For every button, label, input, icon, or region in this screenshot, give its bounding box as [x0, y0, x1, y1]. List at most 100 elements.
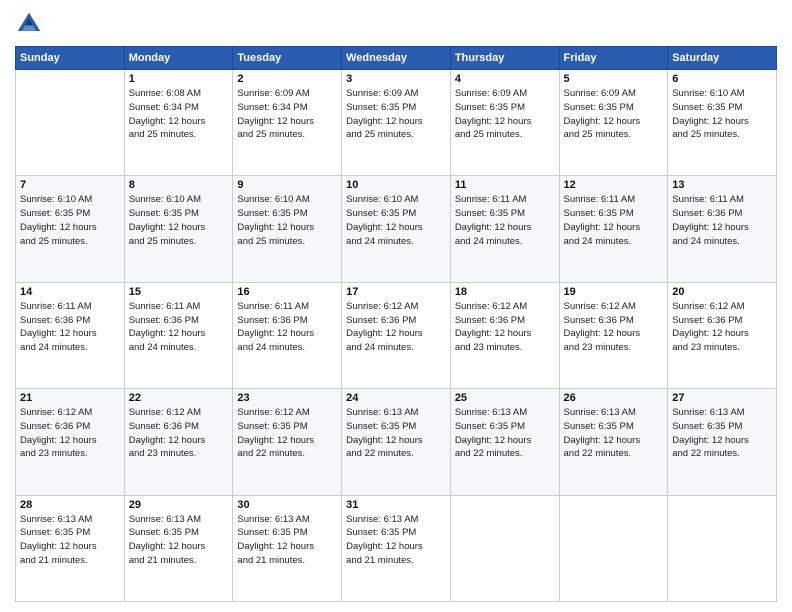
calendar-week-row: 21Sunrise: 6:12 AM Sunset: 6:36 PM Dayli…	[16, 389, 777, 495]
calendar-cell: 24Sunrise: 6:13 AM Sunset: 6:35 PM Dayli…	[342, 389, 451, 495]
day-info: Sunrise: 6:12 AM Sunset: 6:36 PM Dayligh…	[129, 406, 229, 461]
day-number: 19	[564, 286, 664, 298]
page: SundayMondayTuesdayWednesdayThursdayFrid…	[0, 0, 792, 612]
day-info: Sunrise: 6:13 AM Sunset: 6:35 PM Dayligh…	[346, 513, 446, 568]
day-number: 15	[129, 286, 229, 298]
day-number: 25	[455, 392, 555, 404]
calendar-cell: 7 Sunrise: 6:10 AM Sunset: 6:35 PM Daylig…	[16, 176, 125, 282]
day-info: Sunrise: 6:13 AM Sunset: 6:35 PM Dayligh…	[672, 406, 772, 461]
day-number: 3	[346, 73, 446, 85]
calendar-cell	[668, 495, 777, 601]
calendar-cell: 16Sunrise: 6:11 AM Sunset: 6:36 PM Dayli…	[233, 282, 342, 388]
calendar-cell: 19 Sunrise: 6:12 AM Sunset: 6:36 PM Dayli…	[559, 282, 668, 388]
day-info: Sunrise: 6:12 AM Sunset: 6:35 PM Dayligh…	[237, 406, 337, 461]
header	[15, 10, 777, 38]
calendar-cell: 18 Sunrise: 6:12 AM Sunset: 6:36 PM Dayli…	[450, 282, 559, 388]
day-number: 28	[20, 499, 120, 511]
calendar-cell: 14 Sunrise: 6:11 AM Sunset: 6:36 PM Dayli…	[16, 282, 125, 388]
day-number: 23	[237, 392, 337, 404]
day-info: Sunrise: 6:10 AM Sunset: 6:35 PM Dayligh…	[237, 193, 337, 248]
weekday-header: Saturday	[668, 47, 777, 70]
calendar-cell: 10 Sunrise: 6:10 AM Sunset: 6:35 PM Dayli…	[342, 176, 451, 282]
day-info: Sunrise: 6:11 AM Sunset: 6:35 PM Dayligh…	[564, 193, 664, 248]
day-number: 26	[564, 392, 664, 404]
day-info: Sunrise: 6:12 AM Sunset: 6:36 PM Dayligh…	[20, 406, 120, 461]
weekday-header: Tuesday	[233, 47, 342, 70]
calendar-cell: 29Sunrise: 6:13 AM Sunset: 6:35 PM Dayli…	[124, 495, 233, 601]
calendar-cell: 21Sunrise: 6:12 AM Sunset: 6:36 PM Dayli…	[16, 389, 125, 495]
day-number: 24	[346, 392, 446, 404]
day-info: Sunrise: 6:13 AM Sunset: 6:35 PM Dayligh…	[564, 406, 664, 461]
day-info: Sunrise: 6:13 AM Sunset: 6:35 PM Dayligh…	[455, 406, 555, 461]
day-info: Sunrise: 6:11 AM Sunset: 6:36 PM Dayligh…	[129, 300, 229, 355]
day-number: 5	[564, 73, 664, 85]
day-number: 29	[129, 499, 229, 511]
day-number: 4	[455, 73, 555, 85]
day-info: Sunrise: 6:09 AM Sunset: 6:35 PM Dayligh…	[564, 87, 664, 142]
calendar-week-row: 28 Sunrise: 6:13 AM Sunset: 6:35 PM Dayli…	[16, 495, 777, 601]
day-number: 17	[346, 286, 446, 298]
day-info: Sunrise: 6:12 AM Sunset: 6:36 PM Dayligh…	[564, 300, 664, 355]
calendar-cell: 22 Sunrise: 6:12 AM Sunset: 6:36 PM Dayli…	[124, 389, 233, 495]
calendar-cell: 30 Sunrise: 6:13 AM Sunset: 6:35 PM Dayli…	[233, 495, 342, 601]
calendar-header-row: SundayMondayTuesdayWednesdayThursdayFrid…	[16, 47, 777, 70]
calendar-week-row: 1 Sunrise: 6:08 AM Sunset: 6:34 PM Daylig…	[16, 70, 777, 176]
logo-icon	[15, 10, 43, 38]
calendar-cell: 31 Sunrise: 6:13 AM Sunset: 6:35 PM Dayli…	[342, 495, 451, 601]
day-number: 7	[20, 179, 120, 191]
day-info: Sunrise: 6:10 AM Sunset: 6:35 PM Dayligh…	[346, 193, 446, 248]
day-info: Sunrise: 6:13 AM Sunset: 6:35 PM Dayligh…	[20, 513, 120, 568]
day-info: Sunrise: 6:11 AM Sunset: 6:36 PM Dayligh…	[20, 300, 120, 355]
weekday-header: Sunday	[16, 47, 125, 70]
day-info: Sunrise: 6:13 AM Sunset: 6:35 PM Dayligh…	[237, 513, 337, 568]
calendar-cell: 2Sunrise: 6:09 AM Sunset: 6:34 PM Daylig…	[233, 70, 342, 176]
day-number: 9	[237, 179, 337, 191]
day-info: Sunrise: 6:12 AM Sunset: 6:36 PM Dayligh…	[455, 300, 555, 355]
calendar-cell: 1 Sunrise: 6:08 AM Sunset: 6:34 PM Daylig…	[124, 70, 233, 176]
day-number: 16	[237, 286, 337, 298]
day-info: Sunrise: 6:09 AM Sunset: 6:35 PM Dayligh…	[346, 87, 446, 142]
calendar-cell: 27Sunrise: 6:13 AM Sunset: 6:35 PM Dayli…	[668, 389, 777, 495]
calendar-cell	[16, 70, 125, 176]
calendar-cell: 11 Sunrise: 6:11 AM Sunset: 6:35 PM Dayli…	[450, 176, 559, 282]
day-number: 12	[564, 179, 664, 191]
day-info: Sunrise: 6:10 AM Sunset: 6:35 PM Dayligh…	[672, 87, 772, 142]
day-number: 6	[672, 73, 772, 85]
calendar-cell: 5 Sunrise: 6:09 AM Sunset: 6:35 PM Daylig…	[559, 70, 668, 176]
day-info: Sunrise: 6:10 AM Sunset: 6:35 PM Dayligh…	[20, 193, 120, 248]
day-info: Sunrise: 6:08 AM Sunset: 6:34 PM Dayligh…	[129, 87, 229, 142]
day-number: 31	[346, 499, 446, 511]
calendar-cell: 4 Sunrise: 6:09 AM Sunset: 6:35 PM Daylig…	[450, 70, 559, 176]
day-info: Sunrise: 6:10 AM Sunset: 6:35 PM Dayligh…	[129, 193, 229, 248]
day-number: 2	[237, 73, 337, 85]
calendar-week-row: 7 Sunrise: 6:10 AM Sunset: 6:35 PM Daylig…	[16, 176, 777, 282]
calendar-cell: 6 Sunrise: 6:10 AM Sunset: 6:35 PM Daylig…	[668, 70, 777, 176]
weekday-header: Wednesday	[342, 47, 451, 70]
calendar-cell: 28 Sunrise: 6:13 AM Sunset: 6:35 PM Dayli…	[16, 495, 125, 601]
calendar-cell: 20Sunrise: 6:12 AM Sunset: 6:36 PM Dayli…	[668, 282, 777, 388]
weekday-header: Monday	[124, 47, 233, 70]
day-number: 8	[129, 179, 229, 191]
calendar-cell: 25 Sunrise: 6:13 AM Sunset: 6:35 PM Dayli…	[450, 389, 559, 495]
calendar-cell: 17 Sunrise: 6:12 AM Sunset: 6:36 PM Dayli…	[342, 282, 451, 388]
calendar-cell: 8 Sunrise: 6:10 AM Sunset: 6:35 PM Daylig…	[124, 176, 233, 282]
calendar-table: SundayMondayTuesdayWednesdayThursdayFrid…	[15, 46, 777, 602]
day-info: Sunrise: 6:09 AM Sunset: 6:35 PM Dayligh…	[455, 87, 555, 142]
day-number: 20	[672, 286, 772, 298]
day-number: 10	[346, 179, 446, 191]
day-info: Sunrise: 6:12 AM Sunset: 6:36 PM Dayligh…	[346, 300, 446, 355]
day-info: Sunrise: 6:11 AM Sunset: 6:35 PM Dayligh…	[455, 193, 555, 248]
calendar-cell: 12 Sunrise: 6:11 AM Sunset: 6:35 PM Dayli…	[559, 176, 668, 282]
calendar-cell: 9 Sunrise: 6:10 AM Sunset: 6:35 PM Daylig…	[233, 176, 342, 282]
day-number: 30	[237, 499, 337, 511]
day-number: 1	[129, 73, 229, 85]
day-info: Sunrise: 6:11 AM Sunset: 6:36 PM Dayligh…	[672, 193, 772, 248]
weekday-header: Friday	[559, 47, 668, 70]
calendar-cell	[450, 495, 559, 601]
day-number: 22	[129, 392, 229, 404]
day-number: 18	[455, 286, 555, 298]
day-number: 14	[20, 286, 120, 298]
day-number: 11	[455, 179, 555, 191]
calendar-cell: 23 Sunrise: 6:12 AM Sunset: 6:35 PM Dayli…	[233, 389, 342, 495]
day-number: 13	[672, 179, 772, 191]
